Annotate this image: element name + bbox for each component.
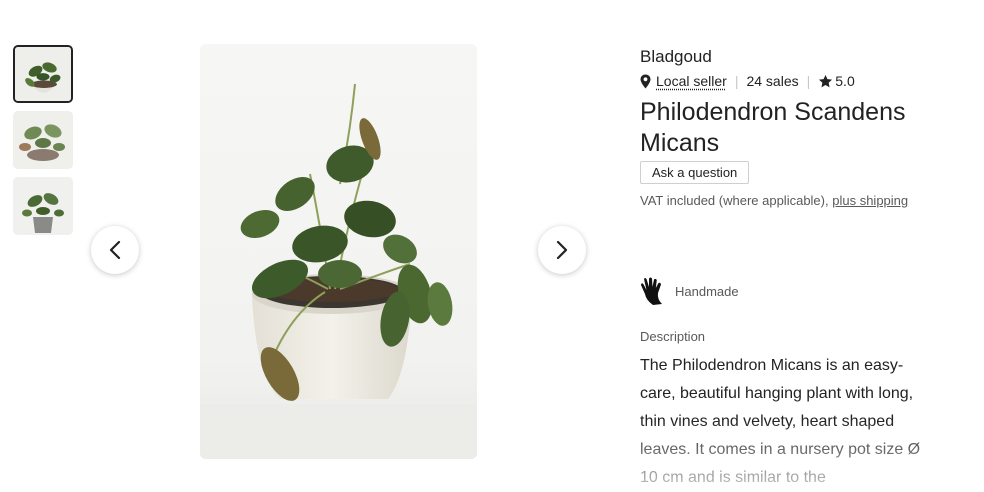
ask-question-button[interactable]: Ask a question: [640, 161, 749, 184]
plant-photo: [200, 44, 477, 459]
product-title: Philodendron Scandens Micans: [640, 97, 960, 159]
thumbnail-1[interactable]: [13, 45, 73, 103]
hand-icon: [640, 276, 664, 306]
shipping-link[interactable]: plus shipping: [832, 193, 908, 208]
plant-thumbnail-image: [13, 111, 73, 169]
location-pin-icon: [640, 74, 651, 89]
main-product-image: [200, 44, 477, 459]
shop-rating[interactable]: 5.0: [818, 73, 854, 89]
previous-image-button[interactable]: [91, 226, 139, 274]
description-heading: Description: [640, 329, 705, 344]
description-text: The Philodendron Micans is an easy-care,…: [640, 352, 930, 492]
meta-divider: |: [735, 73, 739, 89]
shop-name-link[interactable]: Bladgoud: [640, 46, 960, 68]
chevron-left-icon: [108, 240, 122, 260]
sales-count: 24 sales: [746, 73, 798, 89]
local-seller-link[interactable]: Local seller: [656, 73, 727, 89]
rating-value: 5.0: [835, 73, 854, 89]
star-icon: [818, 74, 833, 89]
plant-thumbnail-image: [13, 177, 73, 235]
handmade-highlight: Handmade: [640, 276, 739, 306]
next-image-button[interactable]: [538, 226, 586, 274]
handmade-label: Handmade: [675, 284, 739, 299]
plant-thumbnail-image: [15, 47, 71, 101]
vat-note: VAT included (where applicable), plus sh…: [640, 193, 960, 208]
chevron-right-icon: [555, 240, 569, 260]
meta-divider: |: [807, 73, 811, 89]
thumbnail-2[interactable]: [13, 111, 73, 169]
thumbnail-list: [13, 45, 73, 243]
thumbnail-3[interactable]: [13, 177, 73, 235]
product-info-panel: Bladgoud Local seller | 24 sales | 5.0 P…: [640, 46, 960, 208]
shop-meta-row: Local seller | 24 sales | 5.0: [640, 70, 960, 92]
vat-text: VAT included (where applicable),: [640, 193, 829, 208]
